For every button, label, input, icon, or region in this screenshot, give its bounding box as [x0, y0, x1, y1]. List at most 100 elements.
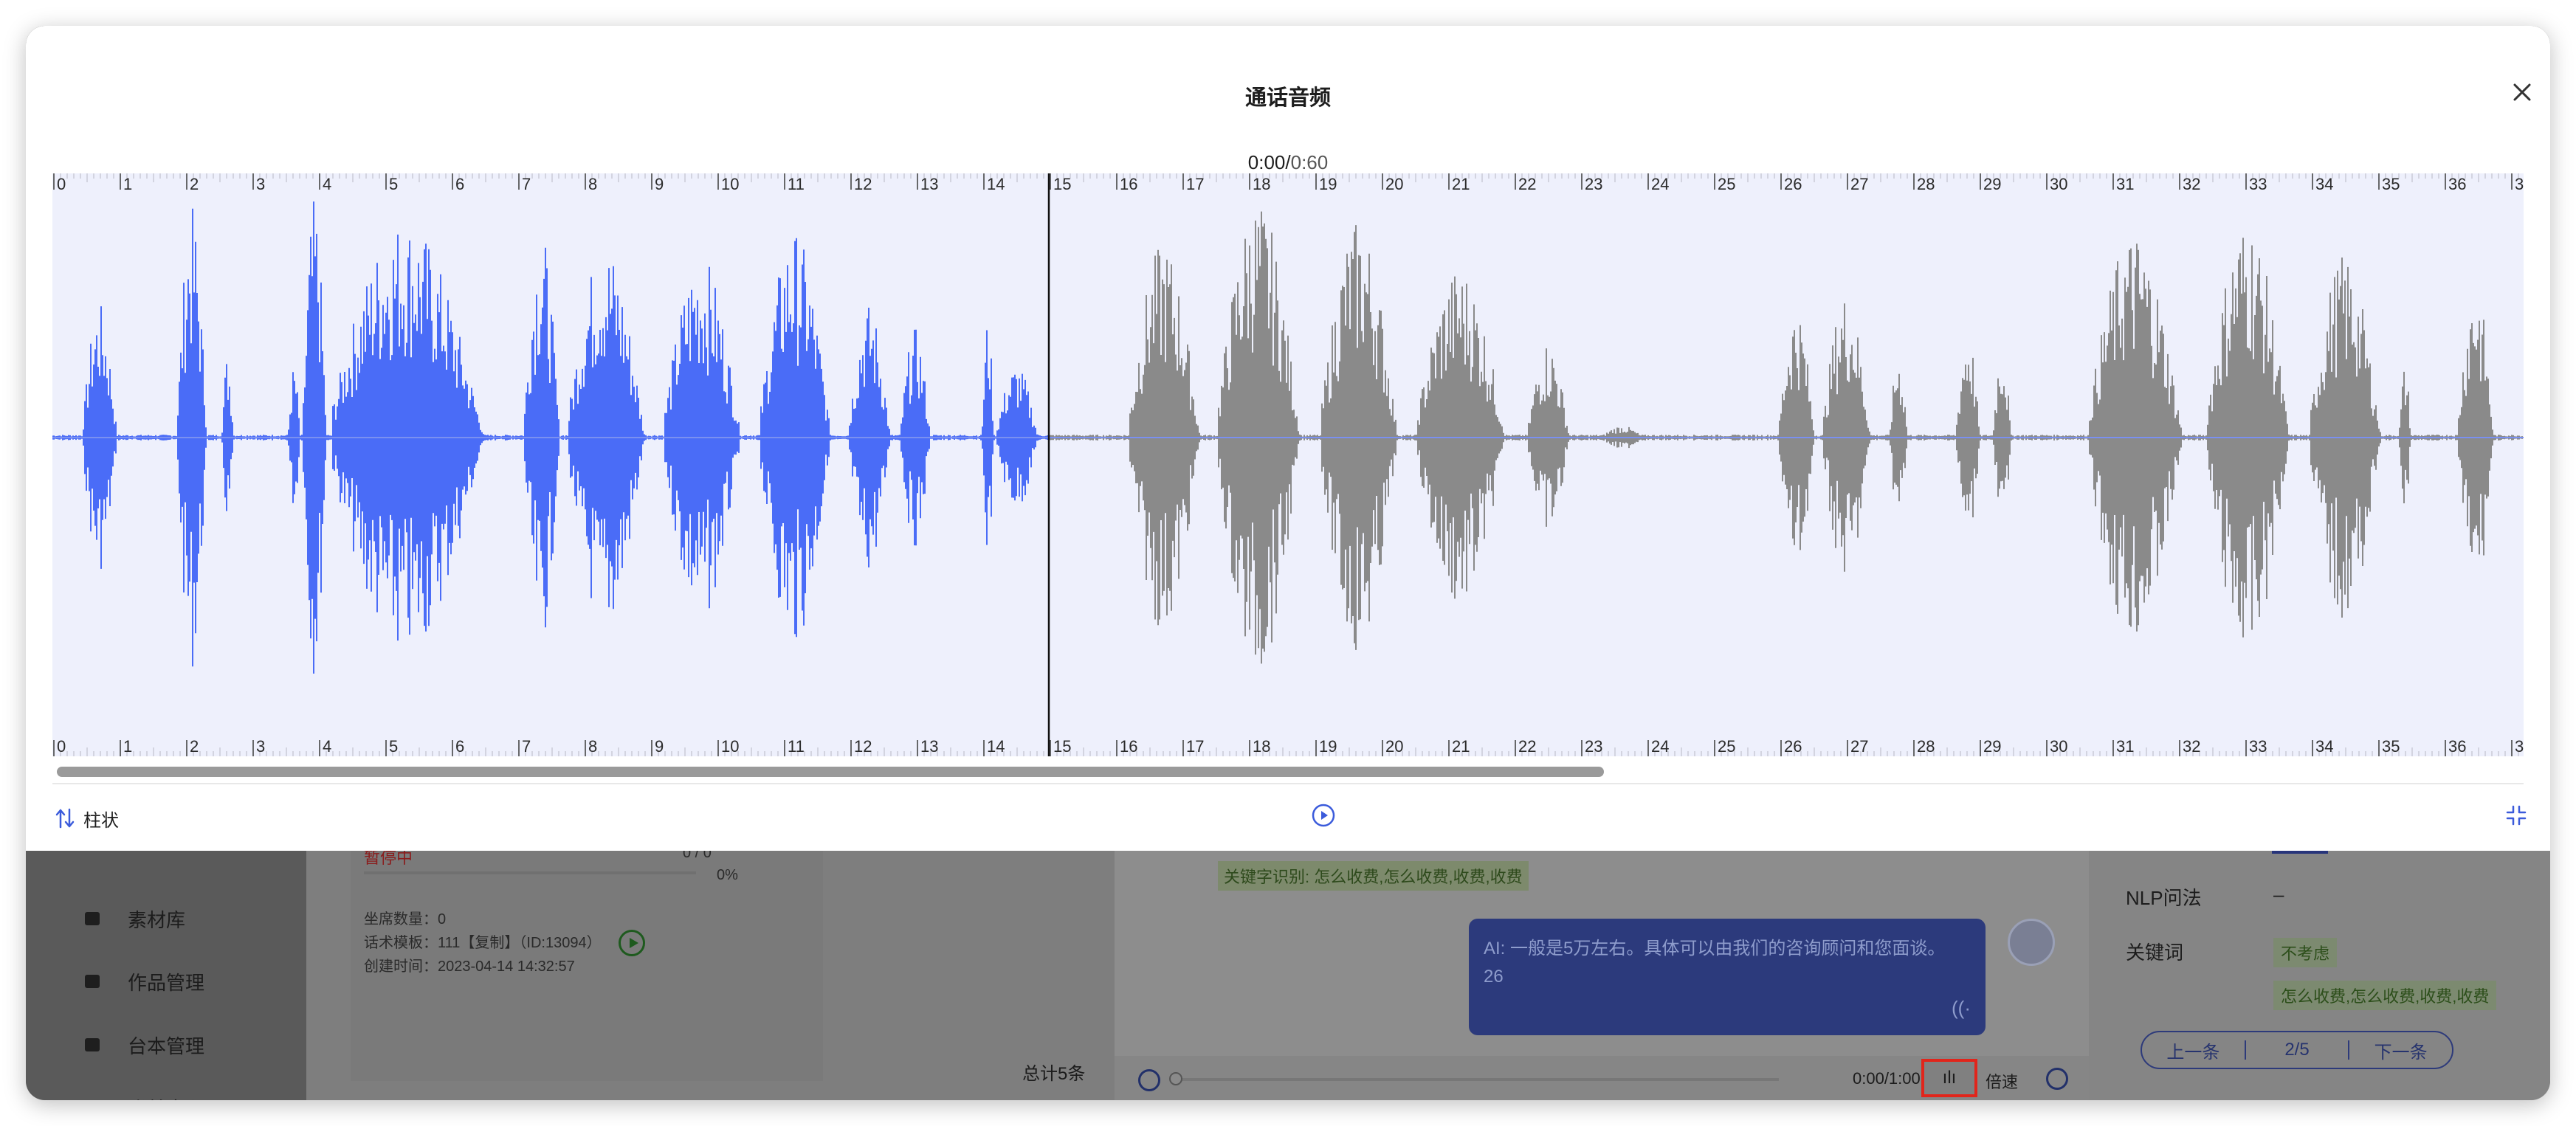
collapse-icon	[2506, 805, 2527, 826]
ruler-label: 34	[2315, 175, 2333, 193]
ruler-label: 12	[854, 737, 872, 756]
ruler-label: 26	[1784, 175, 1802, 193]
ruler-label: 14	[987, 175, 1005, 193]
ruler-label: 5	[389, 737, 398, 756]
ruler-label: 19	[1319, 737, 1337, 756]
ai-message-bubble: AI: 一般是5万左右。具体可以由我们的咨询顾问和您面谈。 26 ((·	[1469, 919, 1986, 1035]
ruler-label: 3	[256, 175, 265, 193]
ruler-label: 35	[2382, 175, 2400, 193]
ruler-label: 13	[920, 175, 938, 193]
task-seats: 坐席数量：0	[364, 911, 447, 928]
folder-icon	[85, 912, 100, 925]
player-knob[interactable]	[1169, 1072, 1182, 1085]
close-button[interactable]	[2507, 77, 2537, 107]
video-icon	[85, 975, 100, 988]
ruler-label: 23	[1585, 737, 1602, 756]
next-button[interactable]: 下一条	[2349, 1037, 2452, 1063]
ruler-label: 32	[2183, 175, 2200, 193]
waveform-view[interactable]: 0 1 2 3 4 5 6 7 8 9 10 11 12 13 14 15 16 17 18 19 20 21 22 23 24…	[52, 173, 2524, 756]
total-count: 总计5条	[1022, 1064, 1086, 1084]
ruler-label: 31	[2116, 737, 2134, 756]
ruler-label: 13	[920, 737, 938, 756]
ruler-label: 24	[1651, 737, 1669, 756]
ruler-label: 12	[854, 175, 872, 193]
divider	[52, 783, 2524, 784]
waveform-scrollbar[interactable]	[52, 764, 2524, 780]
ruler-label: 3	[256, 737, 265, 756]
ruler-label: 10	[721, 737, 739, 756]
ai-message-seconds: 26	[1484, 967, 1504, 987]
sidebar-item-scripts[interactable]: 台本管理	[85, 1023, 204, 1067]
audio-modal: 通话音频 0:00/0:60 0 1 2 3 4 5 6 7 8 9 10 11 12 13 14 15 16 1…	[26, 26, 2550, 851]
download-icon[interactable]	[2046, 1068, 2068, 1090]
ruler-label: 29	[1983, 175, 2001, 193]
sidebar-item-works[interactable]: 作品管理	[85, 959, 204, 1004]
ruler-label: 2	[190, 737, 199, 756]
ruler-label: 3	[2515, 175, 2524, 193]
ruler-label: 18	[1253, 175, 1270, 193]
speed-button[interactable]: 倍速	[1986, 1069, 2018, 1093]
ruler-label: 0	[57, 175, 66, 193]
robot-avatar	[2008, 919, 2055, 966]
task-progress-bar	[364, 871, 696, 874]
ruler-label: 7	[522, 175, 531, 193]
ruler-label: 4	[323, 737, 331, 756]
ruler-label: 14	[987, 737, 1005, 756]
ruler-label: 28	[1917, 175, 1935, 193]
ruler-label: 22	[1518, 737, 1536, 756]
ruler-label: 34	[2315, 737, 2333, 756]
sidebar-item-label: 账单中心	[128, 1094, 204, 1101]
document-icon	[85, 1038, 100, 1051]
play-button[interactable]	[1310, 802, 1337, 829]
ruler-label: 10	[721, 175, 739, 193]
waveform-icon[interactable]: ılı	[1921, 1059, 1977, 1097]
ruler-label: 7	[522, 737, 531, 756]
ruler-label: 30	[2050, 737, 2067, 756]
ruler-label: 11	[788, 175, 805, 193]
pager: 上一条 2/5 下一条	[2141, 1031, 2453, 1069]
task-play-icon[interactable]	[619, 930, 645, 956]
bar-mode-toggle[interactable]: 柱状	[55, 804, 119, 833]
prev-button[interactable]: 上一条	[2142, 1037, 2245, 1063]
waveform-graphic[interactable]: 0 1 2 3 4 5 6 7 8 9 10 11 12 13 14 15 16 17 18 19 20 21 22 23 24…	[52, 173, 2524, 756]
task-created: 创建时间：2023-04-14 14:32:57	[364, 959, 575, 975]
sidebar-item-materials[interactable]: 素材库	[85, 897, 185, 941]
keyword-tag: 不考虑	[2273, 938, 2338, 967]
keyword-hit-label: 关键字识别: 怎么收费,怎么收费,收费,收费	[1218, 861, 1529, 891]
current-time: 0:00	[1247, 151, 1286, 173]
ruler-label: 9	[655, 175, 664, 193]
pager-count: 2/5	[2284, 1040, 2310, 1060]
ruler-label: 4	[323, 175, 331, 193]
time-readout: 0:00/0:60	[26, 151, 2550, 174]
keyword-label: 关键词	[2126, 942, 2184, 964]
bar-mode-label: 柱状	[83, 810, 119, 831]
close-icon	[2513, 83, 2531, 101]
collapse-button[interactable]	[2504, 804, 2528, 827]
ruler-label: 24	[1651, 175, 1669, 193]
ruler-label: 19	[1319, 175, 1337, 193]
sidebar-item-billing[interactable]: 账单中心	[85, 1085, 204, 1101]
audio-wave-icon[interactable]: ((·	[1952, 994, 1971, 1022]
ruler-label: 15	[1053, 175, 1071, 193]
ruler-label: 26	[1784, 737, 1802, 756]
ruler-label: 25	[1718, 175, 1735, 193]
ruler-label: 8	[588, 737, 597, 756]
play-icon[interactable]	[1138, 1069, 1160, 1091]
player-track[interactable]	[1174, 1078, 1779, 1081]
audio-player-bar: 0:00/1:00 ılı 倍速	[1115, 1056, 2089, 1100]
scrollbar-thumb[interactable]	[57, 767, 1604, 777]
keyword-tag: 怎么收费,怎么收费,收费,收费	[2273, 981, 2497, 1010]
ruler-label: 3	[2515, 737, 2524, 756]
ruler-label: 8	[588, 175, 597, 193]
ruler-label: 32	[2183, 737, 2200, 756]
ruler-label: 23	[1585, 175, 1602, 193]
ruler-label: 1	[123, 175, 132, 193]
ruler-label: 27	[1850, 175, 1868, 193]
sidebar-item-label: 作品管理	[128, 971, 205, 994]
total-duration: 0:60	[1290, 151, 1329, 173]
ruler-label: 1	[123, 737, 132, 756]
ruler-label: 16	[1120, 175, 1137, 193]
sort-arrows-icon	[55, 808, 75, 829]
task-card: 暂停中 0 / 0 0% 坐席数量：0 话术模板：111【复制】（ID:1309…	[351, 845, 823, 1081]
ruler-label: 17	[1186, 175, 1204, 193]
